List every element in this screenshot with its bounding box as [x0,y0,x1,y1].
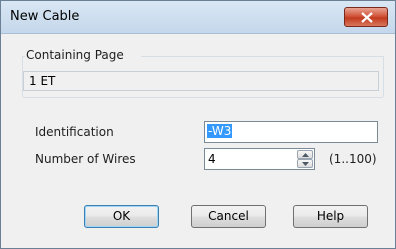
ok-button[interactable]: OK [84,205,159,228]
chevron-down-icon [302,162,309,166]
identification-value: -W3 [207,124,233,138]
title-bar: New Cable [1,1,395,34]
window-title: New Cable [10,9,80,24]
spin-down-button[interactable] [297,159,313,168]
new-cable-dialog: New Cable Containing Page 1 ET Identific… [0,0,396,249]
close-button[interactable] [344,7,388,27]
help-button[interactable]: Help [293,205,368,228]
containing-page-label: Containing Page [26,48,124,62]
spin-up-button[interactable] [297,150,313,159]
close-icon [361,12,373,23]
identification-label: Identification [35,125,114,139]
number-of-wires-label: Number of Wires [35,152,136,166]
spin-buttons [297,150,313,168]
number-of-wires-stepper[interactable]: 4 [204,148,315,170]
chevron-up-icon [302,153,309,157]
cancel-button[interactable]: Cancel [191,205,266,228]
containing-page-field: 1 ET [23,71,379,91]
wires-range-hint: (1..100) [329,152,377,166]
identification-input[interactable]: -W3 [204,121,378,143]
number-of-wires-value: 4 [208,152,216,166]
